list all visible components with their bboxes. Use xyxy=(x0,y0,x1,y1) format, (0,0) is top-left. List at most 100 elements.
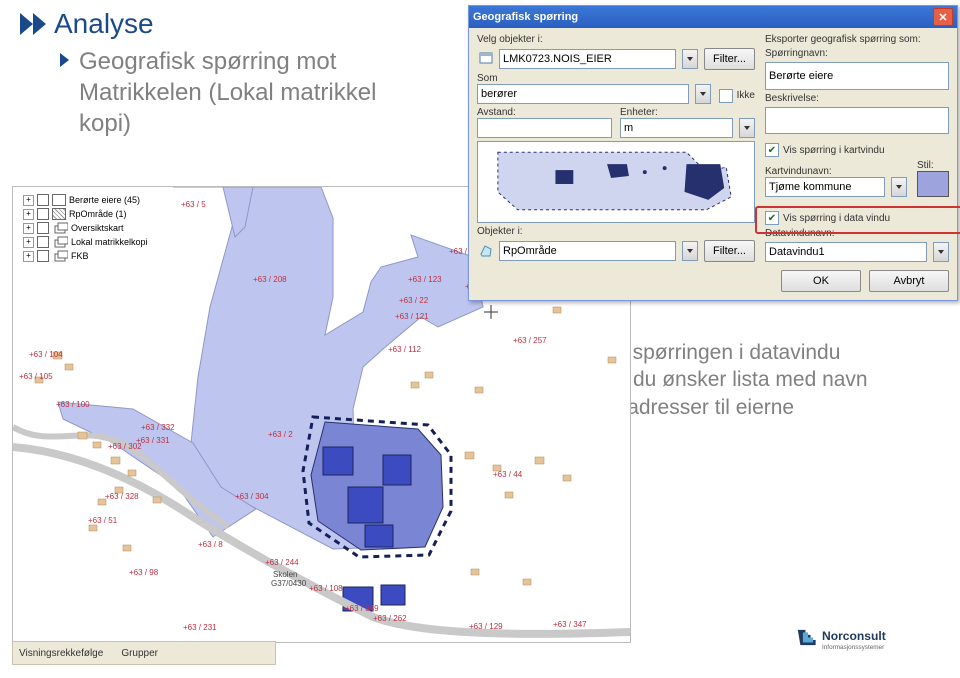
svg-text:+63 / 2: +63 / 2 xyxy=(268,430,293,439)
vis-kart-checkbox[interactable]: ✔ xyxy=(765,143,779,157)
spatial-query-dialog: Geografisk spørring ✕ Velg objekter i: L… xyxy=(468,5,958,301)
svg-text:+63 / 349: +63 / 349 xyxy=(345,604,379,613)
layer-row[interactable]: + Berørte eiere (45) xyxy=(23,193,148,207)
cancel-button[interactable]: Avbryt xyxy=(869,270,949,292)
dialog-titlebar[interactable]: Geografisk spørring ✕ xyxy=(469,6,957,28)
svg-text:+63 / 121: +63 / 121 xyxy=(395,312,429,321)
callout-line: om du ønsker lista med navn xyxy=(598,366,868,393)
statusbar-vieworder[interactable]: Visningsrekkefølge xyxy=(19,648,103,659)
dropdown-icon[interactable] xyxy=(933,242,949,262)
stil-label: Stil: xyxy=(917,160,949,171)
style-swatch[interactable] xyxy=(917,171,949,197)
statusbar-groups[interactable]: Grupper xyxy=(121,648,158,659)
svg-text:Informasjonssystemer: Informasjonssystemer xyxy=(822,644,885,651)
highlight-annotation xyxy=(755,206,960,234)
svg-text:+63 / 304: +63 / 304 xyxy=(235,492,269,501)
expand-icon[interactable]: + xyxy=(23,209,34,220)
svg-text:+63 / 244: +63 / 244 xyxy=(265,558,299,567)
expand-icon[interactable]: + xyxy=(23,237,34,248)
svg-text:Skolen: Skolen xyxy=(273,570,297,579)
layer-row[interactable]: + Lokal matrikkelkopi xyxy=(23,235,148,249)
ikke-checkbox[interactable] xyxy=(719,89,733,103)
svg-text:+63 / 51: +63 / 51 xyxy=(88,516,118,525)
close-icon[interactable]: ✕ xyxy=(933,8,953,26)
enheter-input[interactable]: m xyxy=(620,118,733,138)
som-label: Som xyxy=(477,73,711,84)
subtitle-line: kopi) xyxy=(79,108,376,139)
kartvindunavn-input[interactable]: Tjøme kommune xyxy=(765,177,885,197)
layergroup-icon xyxy=(54,221,68,235)
svg-text:+63 / 5: +63 / 5 xyxy=(181,200,206,209)
svg-text:+63 / 123: +63 / 123 xyxy=(408,275,442,284)
callout-line: Vis spørringen i datavindu xyxy=(598,339,868,366)
layergroup-icon xyxy=(54,235,68,249)
layer-label: Berørte eiere (45) xyxy=(69,195,140,205)
bullet-chevron-icon xyxy=(60,53,69,67)
dropdown-icon[interactable] xyxy=(739,118,755,138)
layer-label: FKB xyxy=(71,251,89,261)
avstand-label: Avstand: xyxy=(477,107,612,118)
title-chevrons-icon xyxy=(20,13,46,35)
dialog-title: Geografisk spørring xyxy=(473,11,578,23)
layer-checkbox[interactable] xyxy=(37,208,49,220)
title-text: Analyse xyxy=(54,8,154,40)
callout-line: og adresser til eierne xyxy=(598,394,868,421)
layer-row[interactable]: + FKB xyxy=(23,249,148,263)
svg-text:+63 / 112: +63 / 112 xyxy=(388,345,422,354)
filter-button[interactable]: Filter... xyxy=(704,240,755,262)
layers-panel[interactable]: + Berørte eiere (45) +RpOmråde (1) + Overs… xyxy=(23,193,148,263)
layergroup-icon xyxy=(54,249,68,263)
sporringnavn-input[interactable]: Berørte eiere xyxy=(765,62,949,90)
ikke-label: Ikke xyxy=(737,90,755,101)
layer-row[interactable]: +RpOmråde (1) xyxy=(23,207,148,221)
svg-text:+63 / 257: +63 / 257 xyxy=(513,336,547,345)
slide-title: Analyse xyxy=(20,8,154,40)
datavindunavn-input[interactable]: Datavindu1 xyxy=(765,242,927,262)
layer-label: Lokal matrikkelkopi xyxy=(71,237,148,247)
ok-button[interactable]: OK xyxy=(781,270,861,292)
svg-text:+63 / 302: +63 / 302 xyxy=(108,442,142,451)
dropdown-icon[interactable] xyxy=(695,84,711,104)
dropdown-icon[interactable] xyxy=(682,241,698,261)
svg-text:+63 / 129: +63 / 129 xyxy=(469,622,503,631)
svg-text:+63 / 262: +63 / 262 xyxy=(373,614,407,623)
layer-checkbox[interactable] xyxy=(37,222,49,234)
logo: Norconsult Informasjonssystemer xyxy=(794,625,934,658)
expand-icon[interactable]: + xyxy=(23,195,34,206)
layer-swatch-icon xyxy=(52,194,66,206)
layer-checkbox[interactable] xyxy=(37,250,49,262)
layer-swatch-icon xyxy=(52,208,66,220)
svg-text:Norconsult: Norconsult xyxy=(822,629,886,643)
status-bar: Visningsrekkefølge Grupper xyxy=(12,641,276,665)
polygon-icon xyxy=(479,244,493,258)
svg-text:+63 / 8: +63 / 8 xyxy=(198,540,223,549)
beskrivelse-input[interactable] xyxy=(765,107,949,135)
layer-label: Oversiktskart xyxy=(71,223,124,233)
vis-kart-label: Vis spørring i kartvindu xyxy=(783,145,885,156)
layer-checkbox[interactable] xyxy=(37,194,49,206)
layer-checkbox[interactable] xyxy=(37,236,49,248)
svg-text:+63 / 332: +63 / 332 xyxy=(141,423,175,432)
beskrivelse-label: Beskrivelse: xyxy=(765,93,949,104)
callout-text: Vis spørringen i datavindu om du ønsker … xyxy=(598,339,868,421)
dropdown-icon[interactable] xyxy=(682,49,698,69)
query-preview xyxy=(477,141,755,223)
svg-text:+63 / 98: +63 / 98 xyxy=(129,568,159,577)
expand-icon[interactable]: + xyxy=(23,223,34,234)
objekter-i-label: Objekter i: xyxy=(477,226,755,237)
velg-objekter-input[interactable]: LMK0723.NOIS_EIER xyxy=(499,49,676,69)
avstand-input[interactable] xyxy=(477,118,612,138)
svg-text:+63 / 231: +63 / 231 xyxy=(183,623,217,632)
layer-row[interactable]: + Oversiktskart xyxy=(23,221,148,235)
sporringnavn-label: Spørringnavn: xyxy=(765,48,949,59)
subtitle-block: Geografisk spørring mot Matrikkelen (Lok… xyxy=(60,46,376,140)
svg-text:+63 / 208: +63 / 208 xyxy=(253,275,287,284)
expand-icon[interactable]: + xyxy=(23,251,34,262)
kartvindunavn-label: Kartvindunavn: xyxy=(765,166,907,177)
dropdown-icon[interactable] xyxy=(891,177,907,197)
svg-text:+63 / 328: +63 / 328 xyxy=(105,492,139,501)
filter-button[interactable]: Filter... xyxy=(704,48,755,70)
objekter-i-input[interactable]: RpOmråde xyxy=(499,241,676,261)
table-icon xyxy=(479,52,493,66)
som-input[interactable]: berører xyxy=(477,84,689,104)
